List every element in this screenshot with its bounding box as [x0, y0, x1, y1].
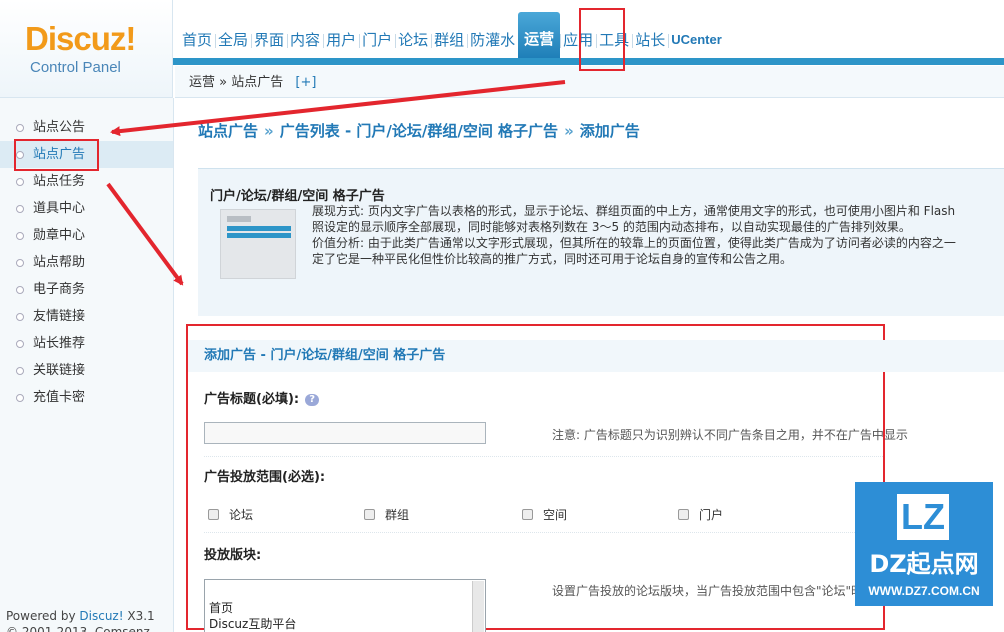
footer-version: X3.1: [127, 609, 155, 623]
ad-title-label: 广告标题(必填):?: [204, 388, 320, 407]
divider: [204, 456, 883, 457]
sidebar-footer: Powered by Discuz! X3.1 © 2001-2013, Com…: [6, 608, 173, 632]
desc-line: 定了它是一种平民化但性价比较高的推广方式，同时还可用于论坛自身的宣传和公告之用。: [312, 252, 793, 266]
ad-type-info: 门户/论坛/群组/空间 格子广告 展现方式: 页内文字广告以表格的形式，显示于论…: [198, 168, 1004, 316]
form-header: 添加广告 - 门户/论坛/群组/空间 格子广告: [188, 340, 1004, 372]
ad-title-input[interactable]: [204, 422, 486, 444]
sidebar-item-ecommerce[interactable]: 电子商务: [0, 276, 173, 303]
sidebar-item-related[interactable]: 关联链接: [0, 357, 173, 384]
ad-preview-thumbnail: [220, 209, 296, 279]
forum-target-label: 投放版块:: [204, 548, 262, 563]
watermark-url: WWW.DZ7.COM.CN: [868, 584, 980, 598]
add-favorite-button[interactable]: [+]: [295, 75, 316, 90]
nav-global[interactable]: 全局: [215, 20, 251, 58]
title-separator: »: [264, 122, 274, 140]
desc-line: 展现方式: 页内文字广告以表格的形式，显示于论坛、群组页面的中上方，通常使用文字…: [312, 204, 956, 218]
nav-portal[interactable]: 门户: [359, 20, 395, 58]
nav-style[interactable]: 界面: [251, 20, 287, 58]
forum-list-scrollbar[interactable]: [472, 581, 484, 632]
breadcrumb-current: 站点广告: [231, 75, 284, 90]
title-separator: »: [564, 122, 574, 140]
sidebar-item-tasks[interactable]: 站点任务: [0, 168, 173, 195]
thumb-row: [227, 226, 291, 231]
breadcrumb-separator: »: [219, 75, 228, 90]
annotation-box-nav: [579, 8, 625, 71]
annotation-box-sidebar: [14, 139, 99, 171]
logo-brand: Discuz!: [25, 20, 136, 57]
sidebar-item-magic[interactable]: 道具中心: [0, 195, 173, 222]
page-title: 站点广告 » 广告列表 - 门户/论坛/群组/空间 格子广告 » 添加广告: [198, 120, 640, 141]
scope-space-label: 空间: [543, 508, 568, 522]
checkbox-icon[interactable]: [208, 509, 219, 520]
scope-forum-checkbox[interactable]: 论坛: [208, 506, 253, 523]
nav-ucenter[interactable]: UCenter: [668, 20, 725, 58]
forum-option[interactable]: Discuz互助平台: [209, 616, 485, 632]
forum-multiselect[interactable]: 首页 Discuz互助平台: [204, 579, 486, 632]
divider: [204, 532, 883, 533]
ad-type-heading: 门户/论坛/群组/空间 格子广告: [210, 189, 385, 204]
thumb-row: [227, 233, 291, 238]
nav-operation[interactable]: 运营: [518, 12, 561, 58]
checkbox-icon[interactable]: [522, 509, 533, 520]
title-list-link[interactable]: 广告列表 - 门户/论坛/群组/空间 格子广告: [280, 122, 558, 140]
footer-copyright: © 2001-2013, Comsenz Inc.: [6, 625, 150, 632]
breadcrumb-root[interactable]: 运营: [189, 75, 215, 90]
nav-antispam[interactable]: 防灌水: [467, 20, 518, 58]
title-ads-link[interactable]: 站点广告: [198, 122, 258, 140]
desc-line: 价值分析: 由于此类广告通常以文字形式展现，但其所在的较靠上的页面位置，使得此类…: [312, 236, 956, 250]
ad-title-note: 注意: 广告标题只为识别辨认不同广告条目之用，并不在广告中显示: [552, 428, 908, 442]
checkbox-icon[interactable]: [678, 509, 689, 520]
thumb-header-bar: [227, 216, 251, 222]
nav-user[interactable]: 用户: [323, 20, 359, 58]
scope-forum-label: 论坛: [229, 508, 254, 522]
sidebar-item-recommend[interactable]: 站长推荐: [0, 330, 173, 357]
sidebar-item-medals[interactable]: 勋章中心: [0, 222, 173, 249]
footer-brand-link[interactable]: Discuz!: [79, 609, 123, 623]
sidebar-item-help[interactable]: 站点帮助: [0, 249, 173, 276]
nav-group[interactable]: 群组: [431, 20, 467, 58]
footer-powered: Powered by: [6, 609, 76, 623]
ad-scope-label: 广告投放范围(必选):: [204, 470, 326, 485]
watermark-name: DZ起点网: [869, 550, 979, 578]
sidebar-item-announcement[interactable]: 站点公告: [0, 114, 173, 141]
ad-title-label-text: 广告标题(必填):: [204, 392, 300, 407]
nav-founder[interactable]: 站长: [632, 20, 668, 58]
sidebar-item-links[interactable]: 友情链接: [0, 303, 173, 330]
logo[interactable]: Discuz! Control Panel: [0, 0, 173, 98]
scope-portal-label: 门户: [699, 508, 724, 522]
nav-home[interactable]: 首页: [179, 20, 215, 58]
scope-group-label: 群组: [385, 508, 410, 522]
scope-portal-checkbox[interactable]: 门户: [678, 506, 723, 523]
title-add: 添加广告: [579, 122, 640, 140]
help-icon[interactable]: ?: [305, 394, 320, 406]
watermark-logo: LZ: [897, 494, 949, 540]
desc-line: 照设定的显示顺序全部展现，同时能够对表格列数在 3～5 的范围内动态排布，以自动…: [312, 220, 911, 234]
nav-content[interactable]: 内容: [287, 20, 323, 58]
forum-option[interactable]: 首页: [209, 600, 485, 616]
logo-subtitle: Control Panel: [30, 59, 121, 76]
forum-target-note: 设置广告投放的论坛版块，当广告投放范围中包含"论坛"时有效: [552, 584, 888, 598]
site-watermark: LZ DZ起点网 WWW.DZ7.COM.CN: [855, 482, 993, 606]
sidebar: 站点公告 站点广告 站点任务 道具中心 勋章中心 站点帮助 电子商务 友情链接 …: [0, 98, 174, 632]
sidebar-item-cardkeys[interactable]: 充值卡密: [0, 384, 173, 411]
nav-forum[interactable]: 论坛: [395, 20, 431, 58]
ad-type-description: 展现方式: 页内文字广告以表格的形式，显示于论坛、群组页面的中上方，通常使用文字…: [312, 203, 1004, 267]
add-ad-form: 添加广告 - 门户/论坛/群组/空间 格子广告 广告标题(必填):? 注意: 广…: [186, 324, 1004, 632]
checkbox-icon[interactable]: [364, 509, 375, 520]
scope-group-checkbox[interactable]: 群组: [364, 506, 409, 523]
scope-space-checkbox[interactable]: 空间: [522, 506, 567, 523]
